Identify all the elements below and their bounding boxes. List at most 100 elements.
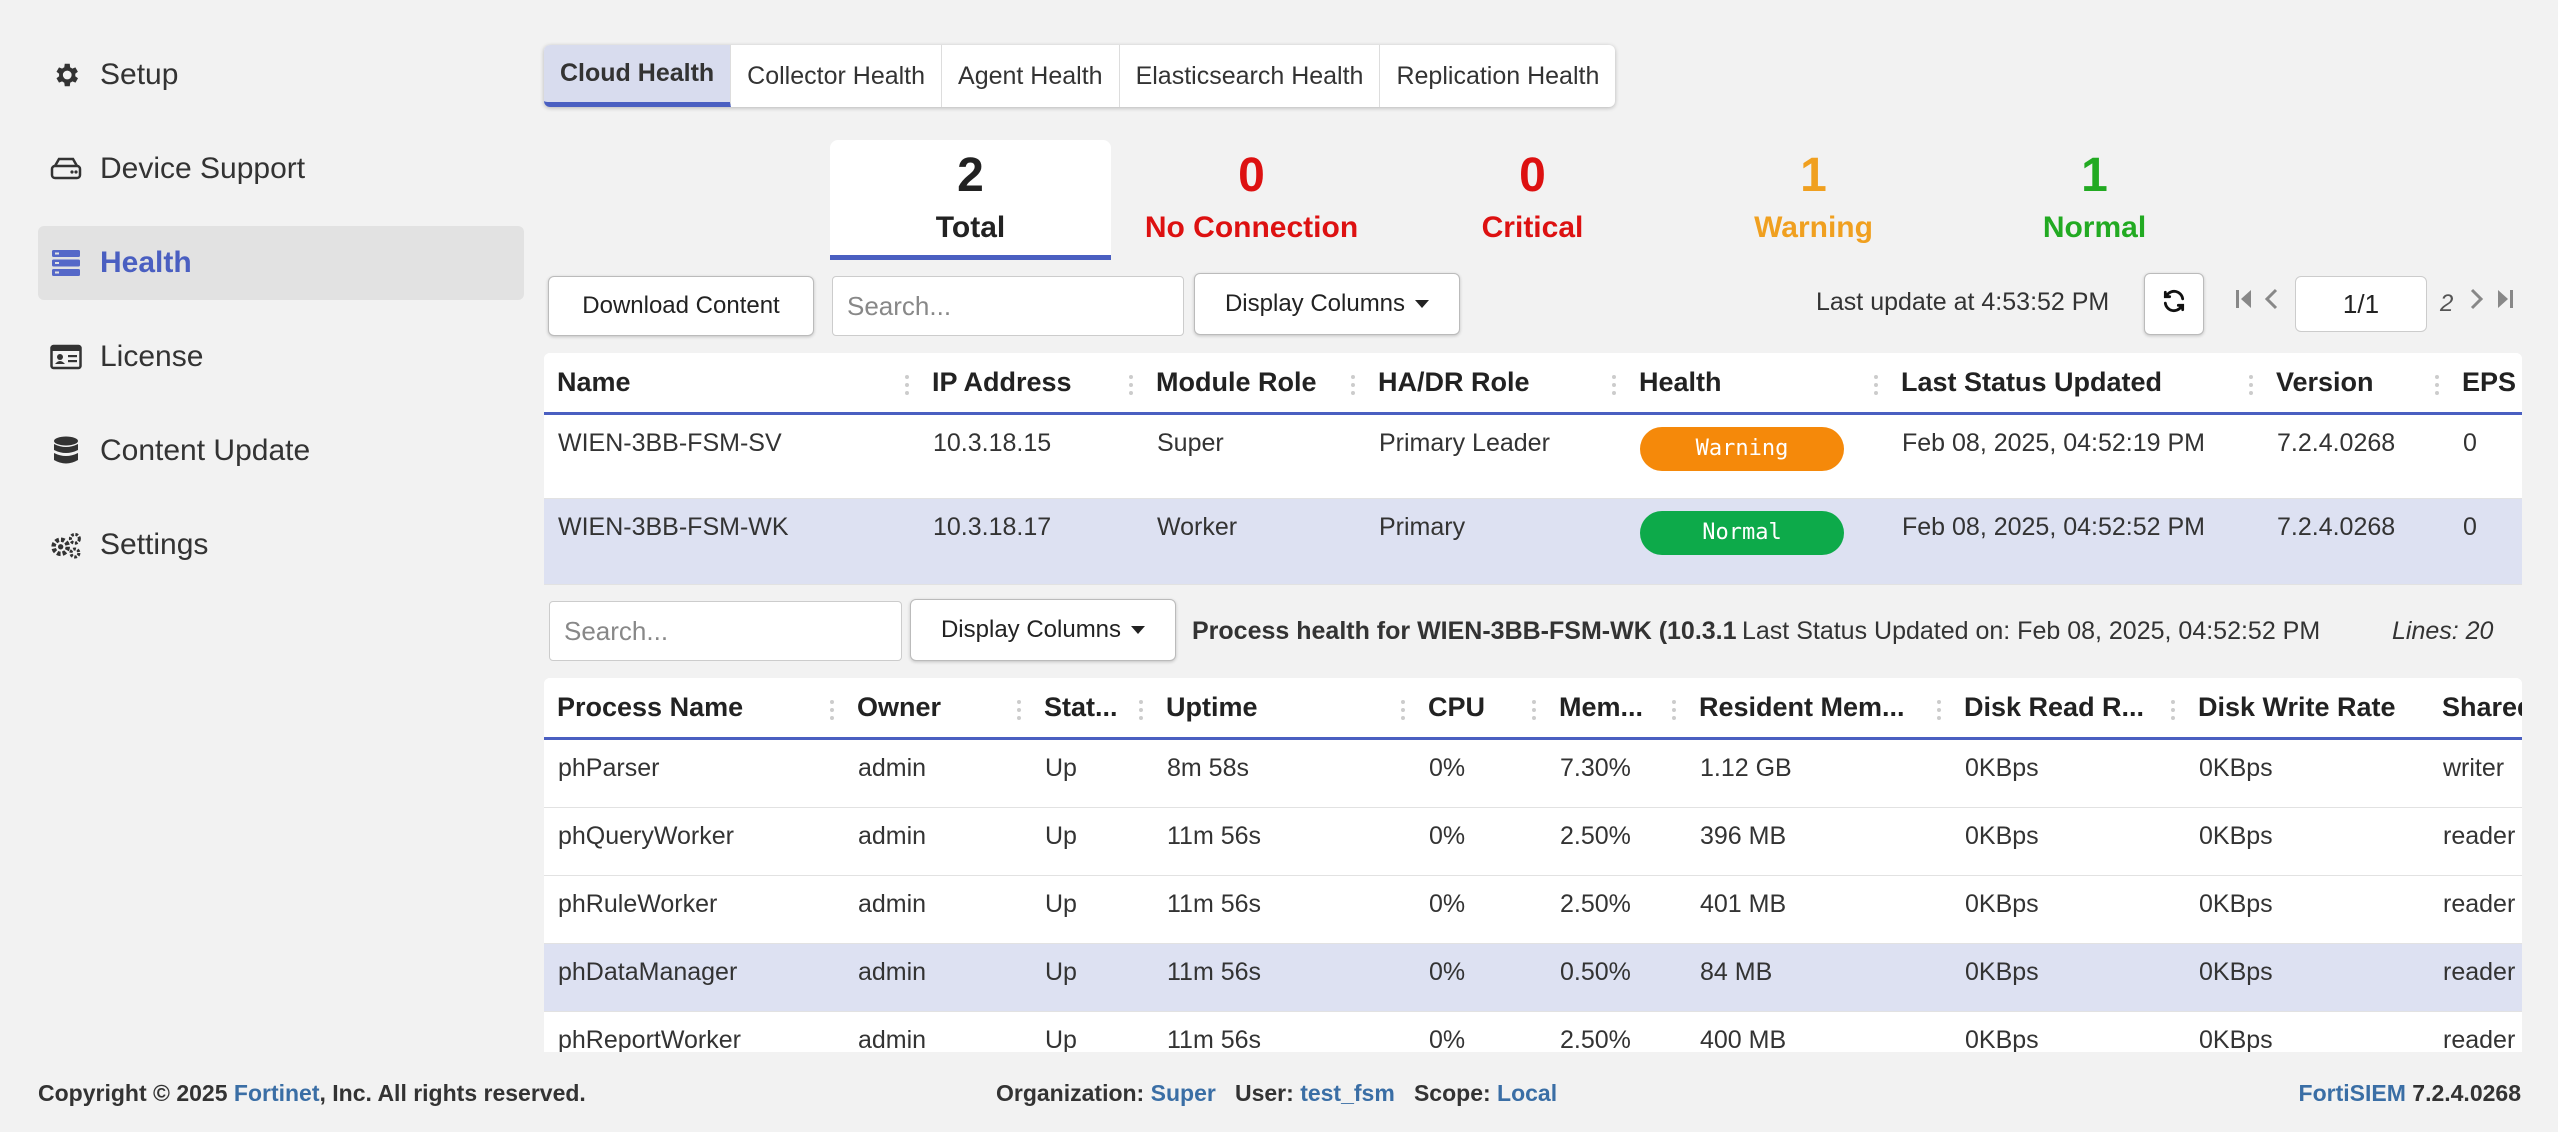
column-header-disk-read[interactable]: Disk Read R... (1951, 678, 2185, 737)
cell-health: Normal (1626, 511, 1888, 584)
sidebar-item-settings[interactable]: Settings (38, 508, 524, 582)
column-header-process-name[interactable]: Process Name (544, 678, 844, 737)
column-header-last-status[interactable]: Last Status Updated (1888, 353, 2263, 412)
column-header-resident-memory[interactable]: Resident Mem... (1686, 678, 1951, 737)
previous-page-icon[interactable] (2264, 288, 2278, 317)
process-health-title: Process health for WIEN-3BB-FSM-WK (10.3… (1192, 617, 1737, 645)
process-last-updated: Last Status Updated on: Feb 08, 2025, 04… (1742, 617, 2321, 645)
cell-resident-memory: 400 MB (1700, 1026, 1787, 1052)
cell-cpu: 0% (1429, 1026, 1466, 1052)
organization-value: Super (1150, 1080, 1216, 1106)
cell-shared: reader (2443, 958, 2516, 986)
cell-module-role: Super (1157, 429, 1224, 457)
cell-status: Up (1045, 890, 1077, 918)
summary-critical[interactable]: 0 Critical (1392, 140, 1673, 260)
cell-owner: admin (858, 890, 927, 918)
cell-disk-read: 0KBps (1965, 822, 2039, 850)
cell-shared: reader (2443, 890, 2516, 918)
last-page-icon[interactable] (2496, 288, 2514, 317)
summary-label: Critical (1481, 210, 1584, 244)
caret-down-icon (1131, 626, 1146, 634)
tab-cloud-health[interactable]: Cloud Health (544, 45, 732, 107)
process-lines-count: Lines: 20 (2392, 617, 2494, 645)
column-header-hadr-role[interactable]: HA/DR Role (1365, 353, 1626, 412)
nodes-search-input[interactable] (832, 276, 1184, 336)
next-page-icon[interactable] (2470, 288, 2484, 317)
download-content-button[interactable]: Download Content (548, 276, 814, 336)
sidebar-item-health[interactable]: Health (38, 226, 524, 300)
sidebar-item-setup[interactable]: Setup (38, 38, 524, 112)
user-value: test_fsm (1300, 1080, 1395, 1106)
summary-warning[interactable]: 1 Warning (1673, 140, 1954, 260)
cell-cpu: 0% (1429, 958, 1466, 986)
column-header-health[interactable]: Health (1626, 353, 1888, 412)
cell-disk-write: 0KBps (2199, 890, 2273, 918)
cell-version: 7.2.4.0268 (2277, 429, 2396, 457)
cell-health: Warning (1626, 427, 1888, 498)
column-header-disk-write[interactable]: Disk Write Rate (2185, 678, 2429, 737)
tab-replication-health[interactable]: Replication Health (1380, 45, 1615, 107)
tab-agent-health[interactable]: Agent Health (942, 45, 1120, 107)
footer: Copyright © 2025 Fortinet, Inc. All righ… (0, 1074, 2558, 1114)
cell-owner: admin (858, 754, 927, 782)
summary-no-connection[interactable]: 0 No Connection (1111, 140, 1392, 260)
column-header-uptime[interactable]: Uptime (1153, 678, 1415, 737)
column-header-ip[interactable]: IP Address (919, 353, 1143, 412)
sidebar-item-device-support[interactable]: Device Support (38, 132, 524, 206)
table-row[interactable]: phReportWorker admin Up 11m 56s 0% 2.50% 400 M… (544, 1012, 2522, 1052)
cell-process-name: phDataManager (558, 958, 738, 986)
cell-resident-memory: 396 MB (1700, 822, 1787, 850)
column-header-cpu[interactable]: CPU (1415, 678, 1546, 737)
cell-status: Up (1045, 1026, 1077, 1052)
table-row[interactable]: WIEN-3BB-FSM-SV 10.3.18.15 Super Primary… (544, 415, 2522, 499)
cell-resident-memory: 1.12 GB (1700, 754, 1792, 782)
cell-module-role: Worker (1157, 513, 1238, 541)
table-row[interactable]: phQueryWorker admin Up 11m 56s 0% 2.50% 396 MB… (544, 808, 2522, 876)
table-row[interactable]: WIEN-3BB-FSM-WK 10.3.18.17 Worker Primar… (544, 499, 2522, 585)
table-row[interactable]: phRuleWorker admin Up 11m 56s 0% 2.50% 401 MB 0… (544, 876, 2522, 944)
tab-collector-health[interactable]: Collector Health (731, 45, 943, 107)
column-header-name[interactable]: Name (544, 353, 919, 412)
summary-total[interactable]: 2 Total (830, 140, 1111, 260)
column-header-module-role[interactable]: Module Role (1143, 353, 1365, 412)
sidebar-item-license[interactable]: License (38, 320, 524, 394)
sidebar-item-label: Settings (100, 528, 209, 561)
summary-normal[interactable]: 1 Normal (1954, 140, 2235, 260)
status-badge: Warning (1640, 427, 1844, 471)
summary-label: Warning (1754, 210, 1873, 244)
table-row[interactable]: phParser admin Up 8m 58s 0% 7.30% 1.12 GB 0KBps… (544, 740, 2522, 808)
display-columns-button[interactable]: Display Columns (1194, 273, 1460, 335)
table-header: Name IP Address Module Role HA/DR Role H… (544, 353, 2522, 415)
column-header-memory[interactable]: Mem... (1546, 678, 1686, 737)
cell-process-name: phReportWorker (558, 1026, 741, 1052)
first-page-icon[interactable] (2235, 288, 2253, 317)
refresh-icon (2161, 288, 2187, 321)
cell-uptime: 11m 56s (1167, 890, 1262, 918)
table-row[interactable]: phDataManager admin Up 11m 56s 0% 0.50% 84 MB 0… (544, 944, 2522, 1012)
cell-shared: writer (2443, 754, 2505, 782)
column-header-owner[interactable]: Owner (844, 678, 1031, 737)
cell-memory: 2.50% (1560, 822, 1631, 850)
page-number-input[interactable]: 1/1 (2295, 276, 2427, 332)
fortinet-link[interactable]: Fortinet (234, 1080, 320, 1106)
tab-elasticsearch-health[interactable]: Elasticsearch Health (1120, 45, 1381, 107)
gear-icon (50, 59, 82, 91)
cell-shared: reader (2443, 1026, 2516, 1052)
process-search-input[interactable] (549, 601, 902, 661)
cell-last-updated: Feb 08, 2025, 04:52:52 PM (1902, 513, 2205, 541)
process-display-columns-button[interactable]: Display Columns (910, 599, 1176, 661)
column-header-eps[interactable]: EPS (2449, 353, 2522, 412)
column-header-status[interactable]: Stat... (1031, 678, 1153, 737)
cell-memory: 2.50% (1560, 890, 1631, 918)
column-header-shared[interactable]: Shared (2429, 678, 2522, 737)
table-header: Process Name Owner Stat... Uptime CPU Me… (544, 678, 2522, 740)
cell-disk-write: 0KBps (2199, 958, 2273, 986)
session-info: Organization: Super User: test_fsm Scope… (996, 1080, 1558, 1106)
refresh-button[interactable] (2144, 273, 2204, 335)
cell-resident-memory: 401 MB (1700, 890, 1787, 918)
sidebar-item-content-update[interactable]: Content Update (38, 414, 524, 488)
cell-uptime: 11m 56s (1167, 822, 1262, 850)
cell-cpu: 0% (1429, 822, 1466, 850)
product-name: FortiSIEM (2298, 1080, 2406, 1106)
column-header-version[interactable]: Version (2263, 353, 2449, 412)
